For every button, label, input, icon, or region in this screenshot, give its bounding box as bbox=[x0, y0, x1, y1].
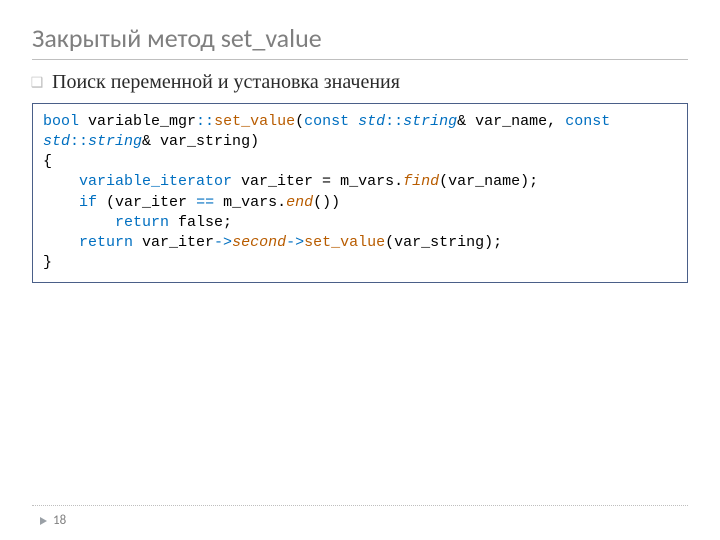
code-text bbox=[43, 214, 115, 231]
mem-second: second bbox=[232, 234, 286, 251]
code-text: & var_string) bbox=[142, 133, 259, 150]
code-text: } bbox=[43, 254, 52, 271]
slide: Закрытый метод set_value ❑ Поиск перемен… bbox=[0, 0, 720, 540]
footer: 18 bbox=[40, 513, 66, 528]
code-block: bool variable_mgr::set_value(const std::… bbox=[32, 103, 688, 283]
fn-set-value: set_value bbox=[214, 113, 295, 130]
code-text: { bbox=[43, 153, 52, 170]
op-scope: :: bbox=[70, 133, 88, 150]
code-text: ()) bbox=[313, 194, 340, 211]
kw-variable-iterator: variable_iterator bbox=[79, 173, 232, 190]
op-eq: == bbox=[196, 194, 214, 211]
code-text bbox=[349, 113, 358, 130]
title-rule bbox=[32, 59, 688, 60]
code-text bbox=[43, 173, 79, 190]
bullet-item: ❑ Поиск переменной и установка значения bbox=[32, 70, 688, 95]
kw-const: const bbox=[565, 113, 610, 130]
type-std: std bbox=[358, 113, 385, 130]
code-text: var_iter bbox=[133, 234, 214, 251]
code-text: var_iter = m_vars. bbox=[232, 173, 403, 190]
op-scope: :: bbox=[196, 113, 214, 130]
op-arrow: -> bbox=[214, 234, 232, 251]
code-text: (var_name); bbox=[439, 173, 538, 190]
code-text: (var_iter bbox=[97, 194, 196, 211]
type-string: string bbox=[403, 113, 457, 130]
op-arrow: -> bbox=[286, 234, 304, 251]
code-text bbox=[43, 234, 79, 251]
type-std: std bbox=[43, 133, 70, 150]
code-text: m_vars. bbox=[214, 194, 286, 211]
code-text: (var_string); bbox=[385, 234, 502, 251]
kw-return: return bbox=[115, 214, 169, 231]
footer-rule bbox=[32, 505, 688, 506]
fn-set-value: set_value bbox=[304, 234, 385, 251]
op-scope: :: bbox=[385, 113, 403, 130]
code-text: ( bbox=[295, 113, 304, 130]
type-string: string bbox=[88, 133, 142, 150]
slide-title: Закрытый метод set_value bbox=[32, 22, 688, 55]
code-text: & var_name, bbox=[457, 113, 565, 130]
page-number: 18 bbox=[53, 513, 66, 528]
fn-find: find bbox=[403, 173, 439, 190]
triangle-icon bbox=[40, 517, 47, 525]
code-text bbox=[43, 194, 79, 211]
code-text: false; bbox=[169, 214, 232, 231]
kw-bool: bool bbox=[43, 113, 79, 130]
kw-const: const bbox=[304, 113, 349, 130]
kw-if: if bbox=[79, 194, 97, 211]
kw-return: return bbox=[79, 234, 133, 251]
bullet-text: Поиск переменной и установка значения bbox=[52, 70, 400, 95]
bullet-marker-icon: ❑ bbox=[32, 70, 42, 90]
code-text: variable_mgr bbox=[79, 113, 196, 130]
fn-end: end bbox=[286, 194, 313, 211]
